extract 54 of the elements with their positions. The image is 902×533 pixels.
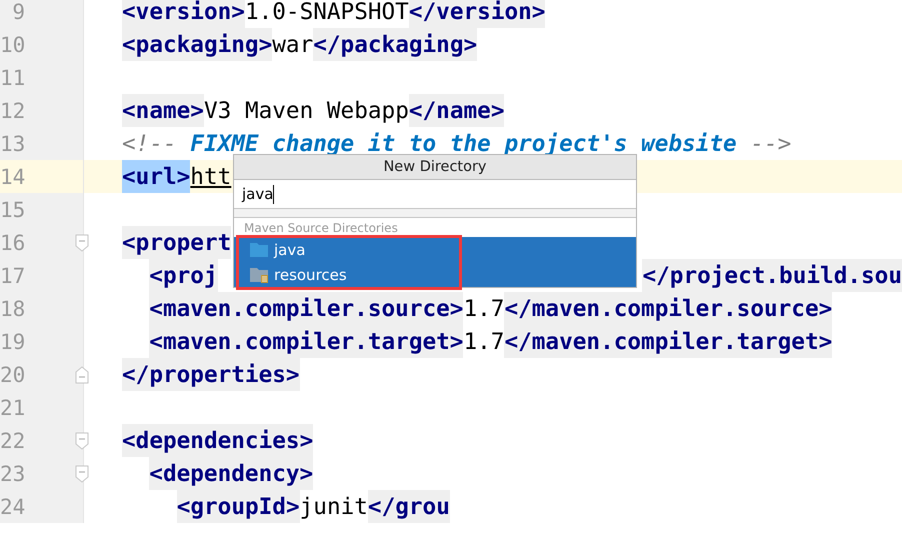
line-number: 23 <box>0 462 25 486</box>
directory-suggestion[interactable]: resources <box>234 262 636 287</box>
line-number: 9 <box>11 0 25 24</box>
fold-icon[interactable] <box>75 234 89 252</box>
code-text: V3 Maven Webapp <box>204 96 409 126</box>
line-number: 21 <box>0 396 25 420</box>
xml-tag: <maven.compiler.source> <box>149 292 464 325</box>
popup-title: New Directory <box>234 155 636 180</box>
resource-folder-icon <box>250 266 268 282</box>
line-number: 17 <box>0 264 25 288</box>
line-number: 10 <box>0 32 25 56</box>
xml-tag: </grou <box>368 490 450 523</box>
xml-tag: <dependencies> <box>122 424 314 457</box>
xml-tag: </name> <box>408 94 504 127</box>
code-text: 1.0-SNAPSHOT <box>244 0 409 26</box>
xml-tag: <groupId> <box>176 490 300 523</box>
line-number: 16 <box>0 230 25 254</box>
directory-suggestion[interactable]: java <box>234 237 636 262</box>
xml-tag: <version> <box>122 0 245 28</box>
section-header: Maven Source Directories <box>243 220 399 236</box>
line-number: 24 <box>0 494 25 518</box>
line-number: 18 <box>0 296 25 320</box>
line-number: 22 <box>0 428 25 452</box>
xml-tag: <propert <box>122 226 232 259</box>
fold-icon[interactable] <box>75 464 89 482</box>
xml-tag: </maven.compiler.target> <box>504 325 832 358</box>
xml-tag: </packaging> <box>313 28 478 61</box>
xml-tag: </maven.compiler.source> <box>504 292 832 325</box>
code-text: war <box>272 30 314 60</box>
xml-tag: <proj <box>149 259 218 292</box>
line-number: 11 <box>0 66 25 90</box>
xml-tag: </project.build.sou <box>642 259 902 292</box>
code-text: 1.7 <box>463 294 504 324</box>
line-number: 13 <box>0 132 25 156</box>
line-number: 14 <box>0 164 25 188</box>
folder-icon <box>250 242 268 257</box>
xml-tag: <dependency> <box>149 457 314 490</box>
xml-tag: <name> <box>122 94 204 127</box>
xml-tag: </version> <box>408 0 546 28</box>
code-text: 1.7 <box>463 328 504 356</box>
url-link[interactable]: htt <box>190 160 232 193</box>
xml-tag: </properties> <box>122 358 300 391</box>
line-number: 15 <box>0 198 25 222</box>
code-text: junit <box>300 492 368 522</box>
fold-icon[interactable] <box>75 432 89 450</box>
line-number: 20 <box>0 362 25 386</box>
xml-tag: <packaging> <box>122 28 272 61</box>
fold-icon[interactable] <box>75 366 89 384</box>
line-number: 12 <box>0 98 25 122</box>
xml-tag: <url> <box>122 160 190 193</box>
xml-tag: <maven.compiler.target> <box>149 325 464 358</box>
code-comment: <!-- <box>122 130 178 158</box>
line-number: 19 <box>0 330 25 354</box>
code-comment: --> <box>749 130 792 158</box>
